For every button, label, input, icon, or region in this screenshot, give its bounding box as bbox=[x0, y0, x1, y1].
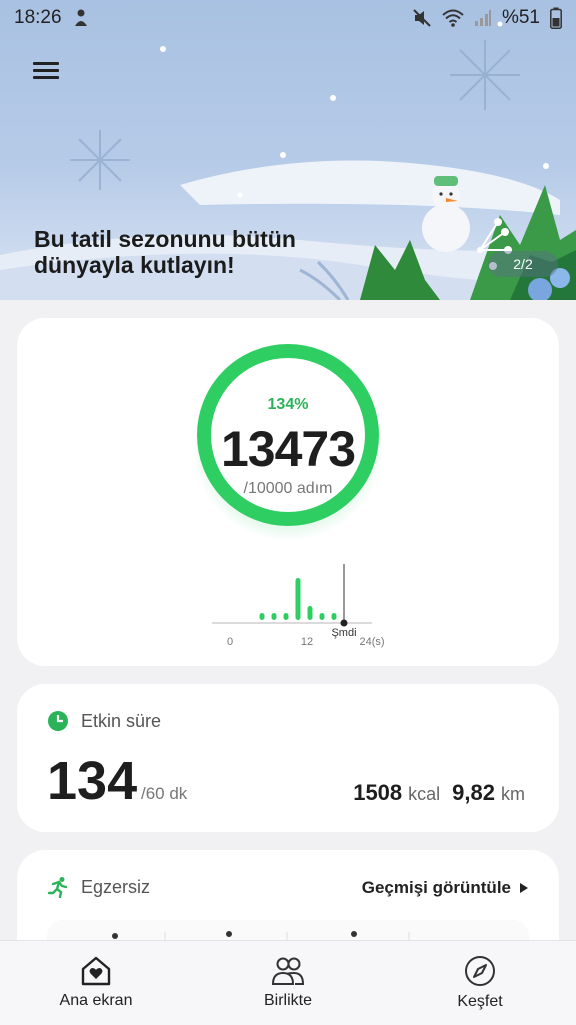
clock-icon bbox=[48, 711, 68, 731]
steps-percent: 134% bbox=[267, 396, 309, 413]
mute-icon bbox=[413, 9, 431, 27]
km-unit: km bbox=[501, 784, 525, 804]
hourly-bar bbox=[331, 613, 337, 620]
x-tick-12: 12 bbox=[301, 636, 313, 648]
notification-person-icon bbox=[74, 9, 87, 26]
active-time-title: Etkin süre bbox=[81, 710, 162, 731]
kcal-unit: kcal bbox=[408, 784, 441, 804]
people-icon bbox=[271, 957, 305, 985]
hourly-bar bbox=[271, 613, 277, 620]
steps-card[interactable]: 134% 13473 /10000 adım 0 12 Şmdi 24(s) bbox=[17, 318, 559, 666]
nav-together-label: Birlikte bbox=[263, 992, 312, 1009]
bottom-navigation: Ana ekran Birlikte Keşfet bbox=[0, 940, 576, 1025]
active-metrics: 1508 kcal 9,82 km bbox=[353, 780, 531, 806]
hourly-bar bbox=[295, 578, 301, 620]
home-heart-icon bbox=[81, 956, 111, 986]
play-arrow-icon bbox=[520, 883, 528, 893]
battery-percent: %51 bbox=[501, 7, 540, 28]
running-person-icon bbox=[47, 877, 68, 898]
kcal-value: 1508 bbox=[353, 780, 403, 805]
x-tick-0: 0 bbox=[227, 636, 233, 648]
km-value: 9,82 bbox=[452, 780, 495, 805]
banner-headline: Bu tatil sezonunu bütün dünyayla kutlayı… bbox=[34, 226, 296, 278]
exercise-header: Egzersiz bbox=[47, 876, 150, 898]
view-history-link[interactable]: Geçmişi görüntüle bbox=[362, 878, 529, 898]
nav-discover-label: Keşfet bbox=[457, 993, 503, 1010]
active-time-value: 134 bbox=[47, 751, 138, 811]
compass-icon bbox=[465, 956, 495, 986]
hourly-bar bbox=[259, 613, 265, 620]
active-time-header: Etkin süre bbox=[47, 710, 161, 732]
nav-home-label: Ana ekran bbox=[59, 992, 133, 1009]
hourly-steps-chart: 0 12 Şmdi 24(s) bbox=[212, 564, 385, 648]
now-marker-dot bbox=[340, 619, 348, 627]
now-label: Şmdi bbox=[331, 627, 356, 639]
nav-home[interactable]: Ana ekran bbox=[16, 956, 176, 1010]
nav-discover[interactable]: Keşfet bbox=[400, 955, 560, 1011]
banner-page-indicator: 2/2 bbox=[488, 251, 558, 277]
signal-icon bbox=[474, 10, 491, 26]
view-history-label: Geçmişi görüntüle bbox=[361, 878, 511, 897]
battery-icon bbox=[550, 7, 562, 29]
wifi-icon bbox=[442, 9, 464, 27]
hourly-bar bbox=[307, 606, 313, 620]
exercise-title: Egzersiz bbox=[81, 876, 151, 897]
x-tick-24: 24(s) bbox=[359, 636, 384, 648]
steps-goal: /10000 adım bbox=[243, 480, 333, 497]
hourly-bar bbox=[283, 613, 289, 620]
nav-together[interactable]: Birlikte bbox=[208, 956, 368, 1010]
status-time: 18:26 bbox=[14, 7, 62, 28]
steps-count: 13473 bbox=[220, 421, 356, 477]
active-time-unit: /60 dk bbox=[141, 784, 188, 803]
menu-button[interactable] bbox=[33, 58, 59, 84]
status-bar: 18:26 %51 bbox=[0, 0, 576, 36]
active-time-card[interactable]: Etkin süre 134 /60 dk 1508 kcal 9,82 km bbox=[17, 684, 559, 832]
holiday-banner[interactable]: Bu tatil sezonunu bütün dünyayla kutlayı… bbox=[0, 0, 576, 300]
hourly-bar bbox=[319, 613, 325, 620]
